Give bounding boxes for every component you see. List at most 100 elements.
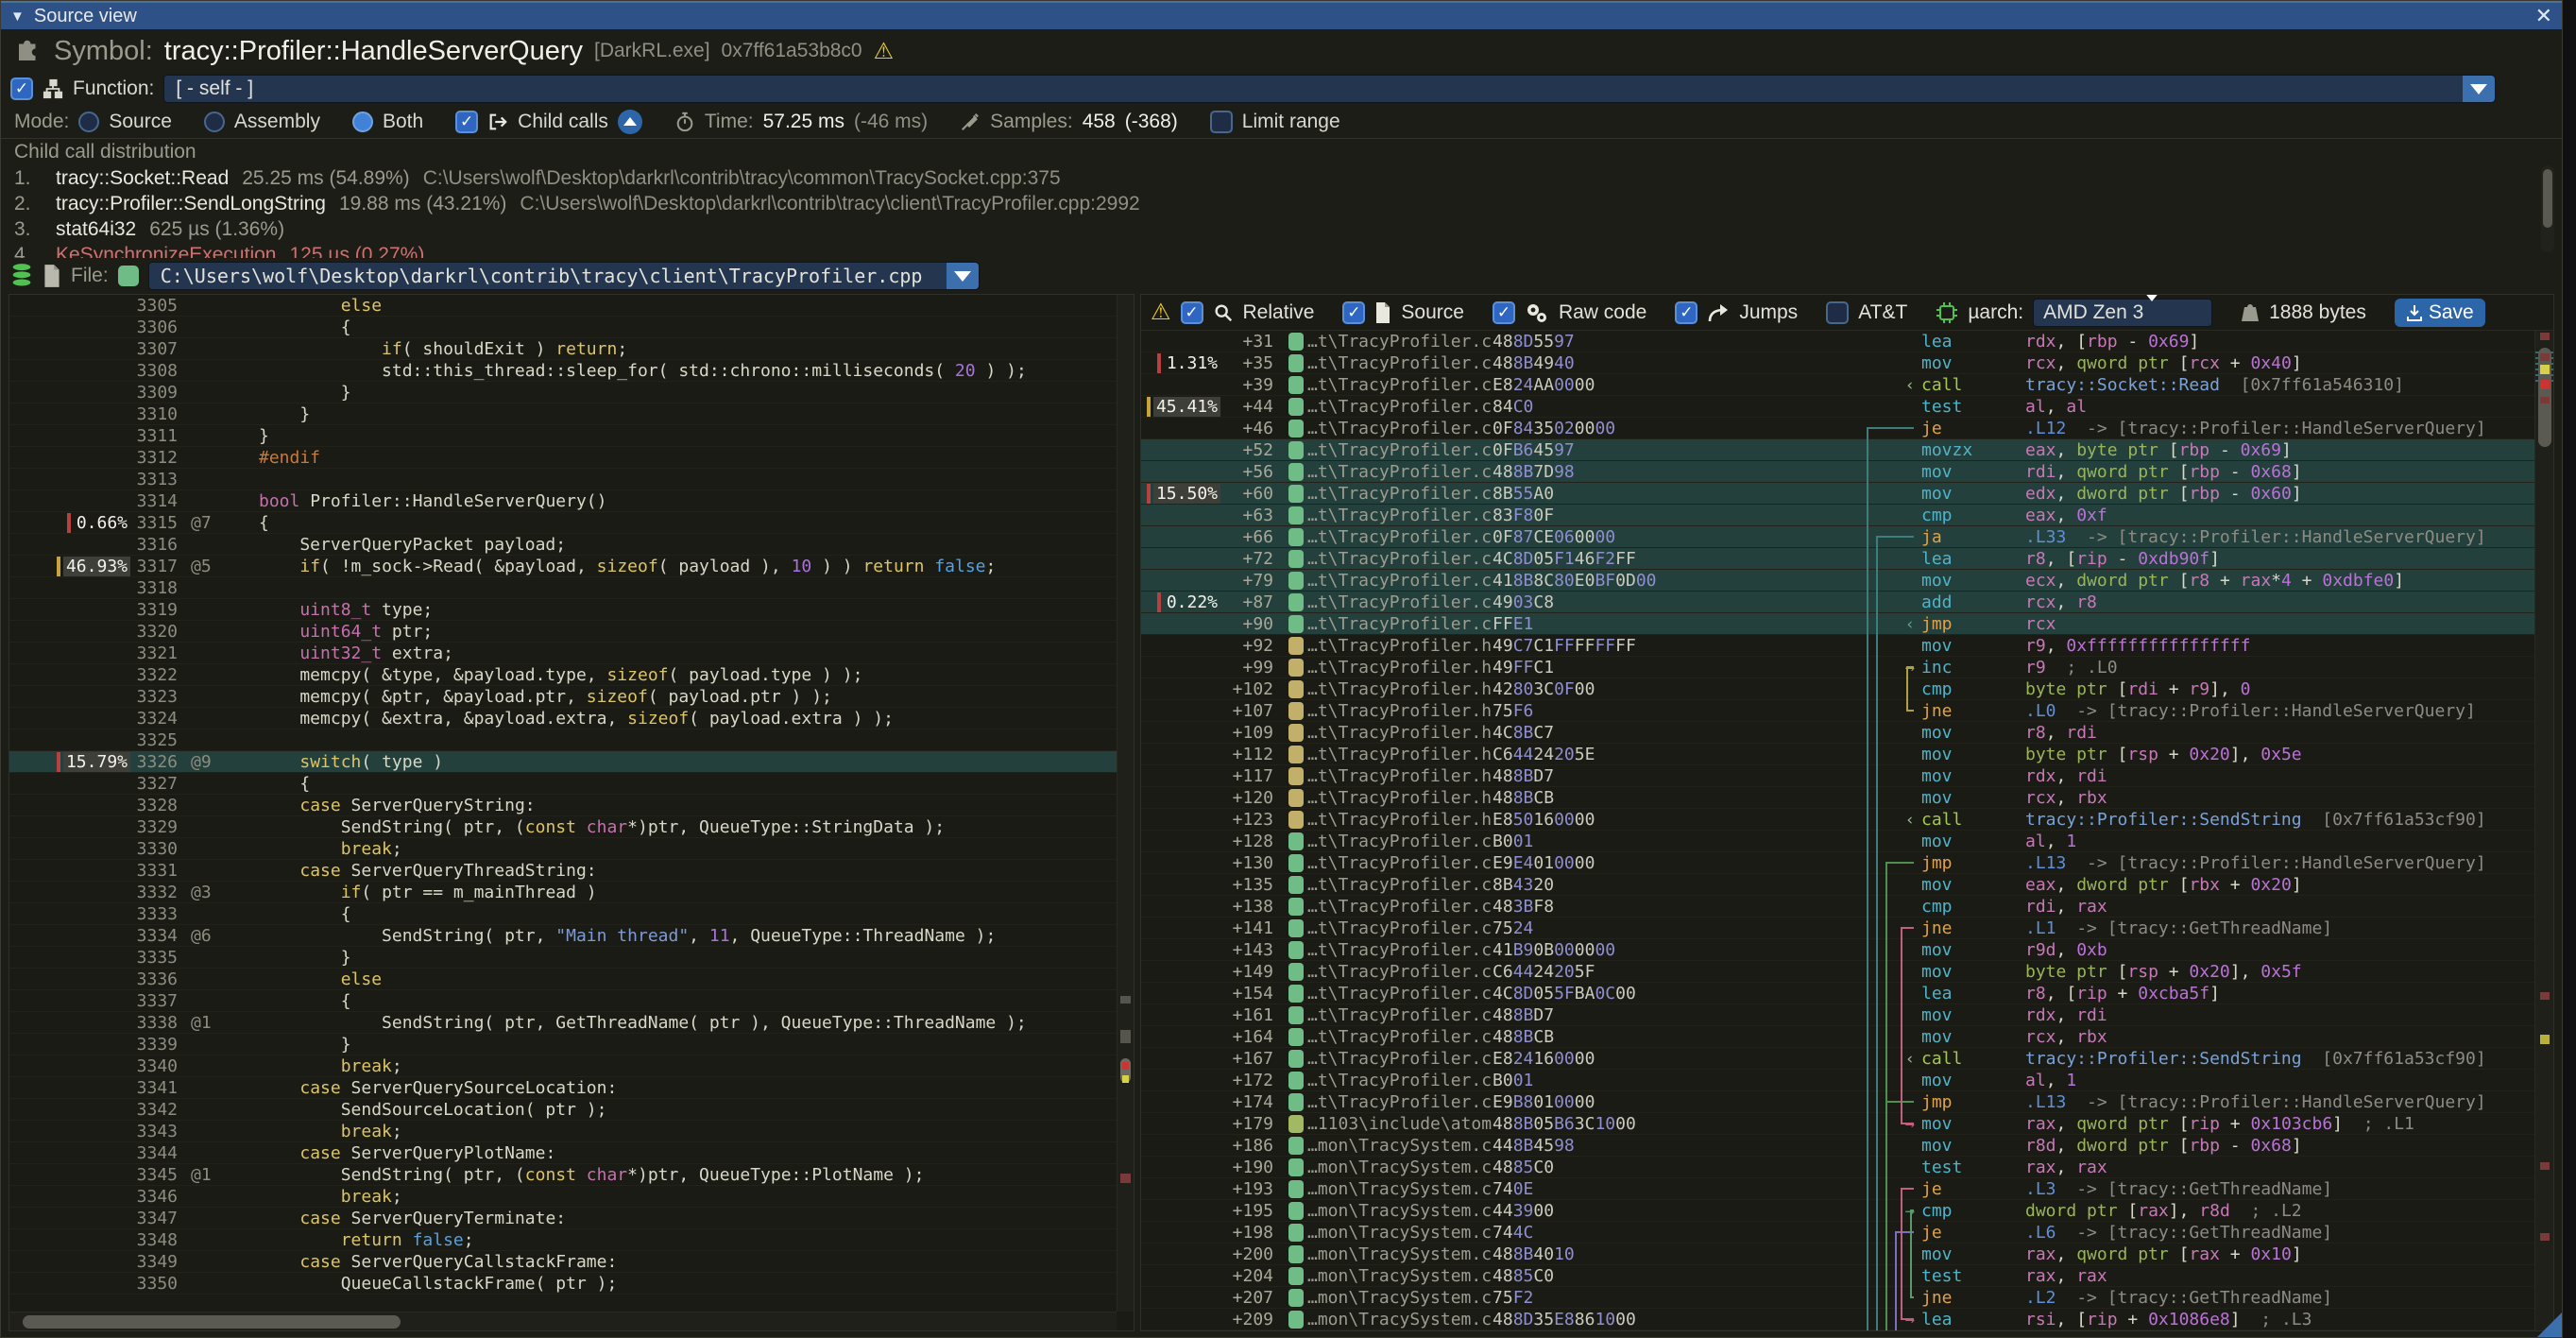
source-horizontal-scrollbar[interactable] bbox=[9, 1312, 1117, 1330]
source-line[interactable]: 0.66%3315@7{ bbox=[9, 512, 1117, 534]
asm-row[interactable]: +190…mon\TracySystem.cpp:1974885C0testra… bbox=[1141, 1157, 2534, 1178]
radio-source-label[interactable]: Source bbox=[109, 111, 172, 133]
save-button[interactable]: Save bbox=[2395, 299, 2485, 327]
file-dropdown-arrow-icon[interactable] bbox=[947, 263, 979, 289]
source-line[interactable]: 3335 } bbox=[9, 947, 1117, 969]
source-label[interactable]: Source bbox=[1401, 301, 1464, 324]
asm-row[interactable]: +92…t\TracyProfiler.hpp:67649C7C1FFFFFFF… bbox=[1141, 635, 2534, 657]
source-line[interactable]: 3329 SendString( ptr, (const char*)ptr, … bbox=[9, 816, 1117, 838]
asm-row[interactable]: 1.31%+35…t\TracyProfiler.cpp:3317488B494… bbox=[1141, 352, 2534, 374]
source-line[interactable]: 3338@1 SendString( ptr, GetThreadName( p… bbox=[9, 1012, 1117, 1034]
asm-row[interactable]: +63…t\TracyProfiler.cpp:332683F80Fcmpeax… bbox=[1141, 505, 2534, 526]
source-line[interactable]: 3333 { bbox=[9, 903, 1117, 925]
asm-row[interactable]: 45.41%+44…t\TracyProfiler.cpp:331784C0te… bbox=[1141, 396, 2534, 418]
asm-row[interactable]: +204…mon\TracySystem.cpp:2034885C0testra… bbox=[1141, 1265, 2534, 1287]
asm-row[interactable]: +56…t\TracyProfiler.cpp:3326488B7D98movr… bbox=[1141, 461, 2534, 483]
uarch-dropdown-arrow-icon[interactable] bbox=[2143, 301, 2160, 324]
source-line[interactable]: 3341 case ServerQuerySourceLocation: bbox=[9, 1077, 1117, 1099]
asm-row[interactable]: +207…mon\TracySystem.cpp:20375F2jne.L2 -… bbox=[1141, 1287, 2534, 1309]
collapse-icon[interactable]: ▼ bbox=[10, 9, 25, 25]
asm-row[interactable]: 0.22%+87…t\TracyProfiler.cpp:33264903C8a… bbox=[1141, 592, 2534, 613]
source-line[interactable]: 3340 break; bbox=[9, 1055, 1117, 1077]
radio-assembly-label[interactable]: Assembly bbox=[234, 111, 320, 133]
source-line[interactable]: 3318 bbox=[9, 577, 1117, 599]
title-bar[interactable]: ▼ Source view ✕ bbox=[1, 1, 2562, 29]
asm-row[interactable]: +198…mon\TracySystem.cpp:199744Cje.L6 ->… bbox=[1141, 1222, 2534, 1244]
radio-both-label[interactable]: Both bbox=[383, 111, 423, 133]
asm-row[interactable]: +138…t\TracyProfiler.cpp:3332483BF8cmprd… bbox=[1141, 896, 2534, 918]
source-line[interactable]: 3319 uint8_t type; bbox=[9, 599, 1117, 621]
asm-row[interactable]: +39…t\TracyProfiler.cpp:3317E824AA0000‹c… bbox=[1141, 374, 2534, 396]
asm-row[interactable]: +209…mon\TracySystem.cpp:258488D35E88610… bbox=[1141, 1309, 2534, 1330]
source-checkbox[interactable]: ✓ bbox=[1342, 301, 1365, 324]
source-line[interactable]: 3332@3 if( ptr == m_mainThread ) bbox=[9, 882, 1117, 903]
child-calls-label[interactable]: Child calls bbox=[518, 111, 608, 133]
source-line[interactable]: 3347 case ServerQueryTerminate: bbox=[9, 1208, 1117, 1229]
source-line[interactable]: 3314bool Profiler::HandleServerQuery() bbox=[9, 490, 1117, 512]
asm-row[interactable]: +66…t\TracyProfiler.cpp:33260F87CE060000… bbox=[1141, 526, 2534, 548]
asm-row[interactable]: +186…mon\TracySystem.cpp:197448B4598movr… bbox=[1141, 1135, 2534, 1157]
source-line[interactable]: 3313 bbox=[9, 469, 1117, 490]
relative-checkbox[interactable]: ✓ bbox=[1181, 301, 1203, 324]
asm-row[interactable]: +99…t\TracyProfiler.hpp:67649FFC1→incr9 … bbox=[1141, 657, 2534, 678]
radio-source[interactable] bbox=[78, 112, 99, 132]
source-line[interactable]: 3331 case ServerQueryThreadString: bbox=[9, 860, 1117, 882]
asm-row[interactable]: +143…t\TracyProfiler.cpp:333441B90B00000… bbox=[1141, 939, 2534, 961]
source-line[interactable]: 3337 { bbox=[9, 990, 1117, 1012]
att-label[interactable]: AT&T bbox=[1858, 301, 1907, 324]
source-line[interactable]: 3336 else bbox=[9, 969, 1117, 990]
function-dropdown-arrow-icon[interactable] bbox=[2463, 76, 2495, 102]
file-dropdown[interactable]: C:\Users\wolf\Desktop\darkrl\contrib\tra… bbox=[148, 262, 980, 290]
asm-row[interactable]: +172…t\TracyProfiler.cpp:3401B001moval, … bbox=[1141, 1070, 2534, 1091]
source-line[interactable]: 3346 break; bbox=[9, 1186, 1117, 1208]
child-calls-up-button[interactable] bbox=[618, 110, 642, 134]
source-line[interactable]: 3349 case ServerQueryCallstackFrame: bbox=[9, 1251, 1117, 1273]
source-line[interactable]: 3322 memcpy( &type, &payload.type, sizeo… bbox=[9, 664, 1117, 686]
distribution-row[interactable]: 2.tracy::Profiler::SendLongString19.88 m… bbox=[14, 191, 2549, 216]
asm-row[interactable]: +117…t\TracyProfiler.hpp:676488BD7movrdx… bbox=[1141, 765, 2534, 787]
asm-row[interactable]: +179…1103\include\atomic:1048488B05B63C1… bbox=[1141, 1113, 2534, 1135]
asm-row[interactable]: +31…t\TracyProfiler.cpp:3317488D5597lear… bbox=[1141, 331, 2534, 352]
asm-row[interactable]: +141…t\TracyProfiler.cpp:33327524jne.L1 … bbox=[1141, 918, 2534, 939]
relative-label[interactable]: Relative bbox=[1243, 301, 1315, 324]
child-calls-checkbox[interactable]: ✓ bbox=[455, 111, 478, 133]
source-line[interactable]: 3309 } bbox=[9, 382, 1117, 403]
asm-row[interactable]: +102…t\TracyProfiler.hpp:67642803C0F00cm… bbox=[1141, 678, 2534, 700]
asm-row[interactable]: 15.50%+60…t\TracyProfiler.cpp:33268B55A0… bbox=[1141, 483, 2534, 505]
source-line[interactable]: 3339 } bbox=[9, 1034, 1117, 1055]
source-line[interactable]: 3343 break; bbox=[9, 1121, 1117, 1142]
source-line[interactable]: 3316 ServerQueryPacket payload; bbox=[9, 534, 1117, 556]
source-line[interactable]: 3306 { bbox=[9, 317, 1117, 338]
asm-row[interactable]: +164…t\TracyProfiler.cpp:3334488BCBmovrc… bbox=[1141, 1026, 2534, 1048]
asm-row[interactable]: +90…t\TracyProfiler.cpp:3326FFE1‹jmprcx bbox=[1141, 613, 2534, 635]
limit-range-checkbox[interactable] bbox=[1210, 111, 1233, 133]
asm-row[interactable]: +149…t\TracyProfiler.cpp:3334C64424205Fm… bbox=[1141, 961, 2534, 983]
asm-row[interactable]: +130…t\TracyProfiler.cpp:3401E9E4010000j… bbox=[1141, 852, 2534, 874]
radio-both[interactable] bbox=[352, 112, 373, 132]
raw-code-checkbox[interactable]: ✓ bbox=[1493, 301, 1515, 324]
source-vertical-scrollbar[interactable] bbox=[1117, 295, 1134, 1312]
source-line[interactable]: 3308 std::this_thread::sleep_for( std::c… bbox=[9, 360, 1117, 382]
source-line[interactable]: 3344 case ServerQueryPlotName: bbox=[9, 1142, 1117, 1164]
source-line[interactable]: 3328 case ServerQueryString: bbox=[9, 795, 1117, 816]
resize-grip[interactable] bbox=[2537, 1312, 2562, 1337]
limit-range-label[interactable]: Limit range bbox=[1242, 111, 1340, 133]
assembly-vertical-scrollbar[interactable] bbox=[2534, 331, 2553, 1330]
distribution-row[interactable]: 4.KeSynchronizeExecution125 µs (0.27%) bbox=[14, 242, 2549, 258]
jumps-label[interactable]: Jumps bbox=[1739, 301, 1798, 324]
asm-row[interactable]: +109…t\TracyProfiler.hpp:6764C8BC7movr8,… bbox=[1141, 722, 2534, 744]
source-line[interactable]: 3320 uint64_t ptr; bbox=[9, 621, 1117, 643]
asm-row[interactable]: +120…t\TracyProfiler.hpp:676488BCBmovrcx… bbox=[1141, 787, 2534, 809]
function-checkbox[interactable]: ✓ bbox=[10, 77, 33, 100]
asm-row[interactable]: +46…t\TracyProfiler.cpp:33170F8435020000… bbox=[1141, 418, 2534, 439]
asm-row[interactable]: +112…t\TracyProfiler.hpp:676C64424205Emo… bbox=[1141, 744, 2534, 765]
asm-row[interactable]: +135…t\TracyProfiler.cpp:33328B4320movea… bbox=[1141, 874, 2534, 896]
asm-row[interactable]: +72…t\TracyProfiler.cpp:33264C8D05F146F2… bbox=[1141, 548, 2534, 570]
source-line[interactable]: 3312#endif bbox=[9, 447, 1117, 469]
radio-assembly[interactable] bbox=[204, 112, 225, 132]
asm-row[interactable]: +167…t\TracyProfiler.cpp:3334E824160000‹… bbox=[1141, 1048, 2534, 1070]
source-line[interactable]: 3345@1 SendString( ptr, (const char*)ptr… bbox=[9, 1164, 1117, 1186]
asm-row[interactable]: +107…t\TracyProfiler.hpp:67675F6jne.L0 -… bbox=[1141, 700, 2534, 722]
asm-row[interactable]: +79…t\TracyProfiler.cpp:3326418B8C80E0BF… bbox=[1141, 570, 2534, 592]
asm-row[interactable]: +174…t\TracyProfiler.cpp:3401E9B8010000j… bbox=[1141, 1091, 2534, 1113]
